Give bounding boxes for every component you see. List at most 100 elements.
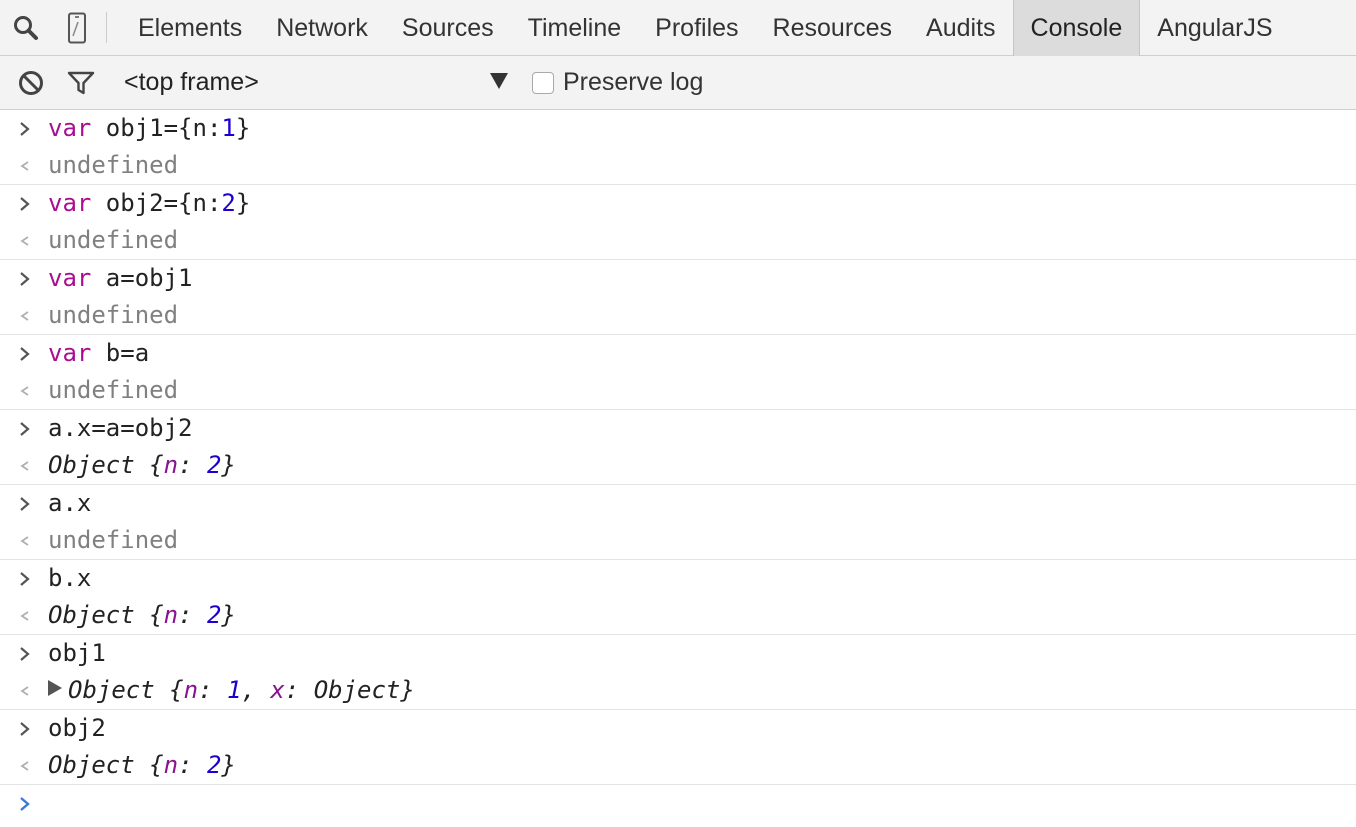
console-entry: b.x Object {n: 2} — [0, 560, 1356, 635]
result-arrow-icon — [13, 372, 37, 409]
brace: } — [221, 451, 236, 479]
console-result-line: undefined — [0, 522, 1356, 559]
tab-resources[interactable]: Resources — [756, 0, 910, 56]
expand-triangle-icon[interactable] — [48, 680, 62, 696]
number-token: 1 — [221, 114, 236, 142]
object-type: Object — [68, 676, 155, 704]
property-value: 2 — [206, 751, 222, 779]
tab-audits[interactable]: Audits — [909, 0, 1012, 56]
mobile-device-icon[interactable] — [52, 0, 102, 56]
console-result-line: undefined — [0, 372, 1356, 409]
result-arrow-icon — [13, 522, 37, 559]
console-entry: a.x undefined — [0, 485, 1356, 560]
toolbar-divider — [106, 12, 107, 43]
undefined-value: undefined — [48, 151, 179, 179]
object-type: Object — [48, 751, 135, 779]
input-prompt-icon — [13, 185, 37, 222]
console-input-line[interactable]: b.x — [0, 560, 1356, 597]
separator: , — [241, 676, 271, 704]
console-entry: obj1 Object {n: 1, x: Object} — [0, 635, 1356, 710]
console-entry: var obj1={n:1} undefined — [0, 110, 1356, 185]
keyword-token: var — [48, 189, 92, 217]
console-entry: obj2 Object {n: 2} — [0, 710, 1356, 785]
active-prompt-icon — [13, 785, 37, 822]
code-text: b.x — [48, 564, 92, 592]
console-input-line[interactable]: a.x — [0, 485, 1356, 522]
input-prompt-icon — [13, 485, 37, 522]
tab-sources[interactable]: Sources — [385, 0, 511, 56]
code-text: } — [235, 189, 251, 217]
undefined-value: undefined — [48, 376, 179, 404]
code-text: a.x — [48, 489, 92, 517]
tab-timeline[interactable]: Timeline — [511, 0, 639, 56]
console-input-line[interactable]: var b=a — [0, 335, 1356, 372]
code-text: a.x=a=obj2 — [48, 414, 193, 442]
brace: { — [154, 676, 184, 704]
property-name: n — [163, 601, 179, 629]
console-result-line: Object {n: 2} — [0, 747, 1356, 784]
result-arrow-icon — [13, 297, 37, 334]
separator: : — [284, 676, 314, 704]
object-preview: Object {n: 2} — [48, 451, 236, 479]
console-input-line[interactable]: var obj1={n:1} — [0, 110, 1356, 147]
tab-profiles[interactable]: Profiles — [638, 0, 755, 56]
input-prompt-icon — [13, 410, 37, 447]
property-name: n — [163, 451, 179, 479]
tab-elements[interactable]: Elements — [121, 0, 259, 56]
result-arrow-icon — [13, 147, 37, 184]
console-result-line: undefined — [0, 297, 1356, 334]
console-input-line[interactable]: a.x=a=obj2 — [0, 410, 1356, 447]
clear-console-icon[interactable] — [6, 56, 56, 110]
preserve-log-option[interactable]: Preserve log — [532, 68, 703, 97]
result-arrow-icon — [13, 672, 37, 709]
code-text: a=obj1 — [91, 264, 193, 292]
filter-icon[interactable] — [56, 56, 106, 110]
frame-selector-label: <top frame> — [124, 68, 259, 96]
result-arrow-icon — [13, 447, 37, 484]
object-type: Object — [48, 601, 135, 629]
frame-selector[interactable]: <top frame> — [106, 56, 508, 110]
tab-angularjs[interactable]: AngularJS — [1140, 0, 1289, 56]
object-type: Object — [48, 451, 135, 479]
console-input-line[interactable]: var a=obj1 — [0, 260, 1356, 297]
input-prompt-icon — [13, 260, 37, 297]
console-entry: var b=a undefined — [0, 335, 1356, 410]
result-arrow-icon — [13, 747, 37, 784]
preserve-log-label: Preserve log — [563, 68, 704, 96]
code-text: obj2={n: — [91, 189, 222, 217]
console-result-line: Object {n: 2} — [0, 447, 1356, 484]
input-prompt-icon — [13, 560, 37, 597]
separator: : — [178, 451, 207, 479]
console-result-line: undefined — [0, 222, 1356, 259]
console-input-line[interactable]: obj1 — [0, 635, 1356, 672]
console-filter-bar: <top frame> Preserve log — [0, 56, 1356, 110]
undefined-value: undefined — [48, 526, 179, 554]
input-prompt-icon — [13, 110, 37, 147]
console-entry: var a=obj1 undefined — [0, 260, 1356, 335]
tab-network[interactable]: Network — [259, 0, 385, 56]
code-text: } — [235, 114, 251, 142]
property-name: x — [270, 676, 285, 704]
console-input-line[interactable]: obj2 — [0, 710, 1356, 747]
property-value: 2 — [206, 451, 222, 479]
tab-console[interactable]: Console — [1012, 0, 1141, 56]
property-value: 1 — [226, 676, 242, 704]
input-prompt-icon — [13, 335, 37, 372]
brace: } — [400, 676, 415, 704]
keyword-token: var — [48, 339, 92, 367]
property-value: 2 — [206, 601, 222, 629]
devtools-tab-bar: Elements Network Sources Timeline Profiles Re… — [0, 0, 1356, 56]
search-icon[interactable] — [0, 0, 52, 56]
object-preview[interactable]: Object {n: 1, x: Object} — [68, 676, 415, 704]
brace: { — [134, 751, 164, 779]
separator: : — [178, 601, 207, 629]
brace: } — [221, 751, 236, 779]
keyword-token: var — [48, 114, 92, 142]
console-prompt-input[interactable] — [0, 785, 1356, 827]
code-text: obj1={n: — [91, 114, 222, 142]
console-messages: var obj1={n:1} undefined var obj2={n:2} und… — [0, 110, 1356, 818]
object-preview: Object {n: 2} — [48, 601, 236, 629]
object-preview: Object {n: 2} — [48, 751, 236, 779]
console-input-line[interactable]: var obj2={n:2} — [0, 185, 1356, 222]
preserve-log-checkbox[interactable] — [532, 71, 554, 94]
